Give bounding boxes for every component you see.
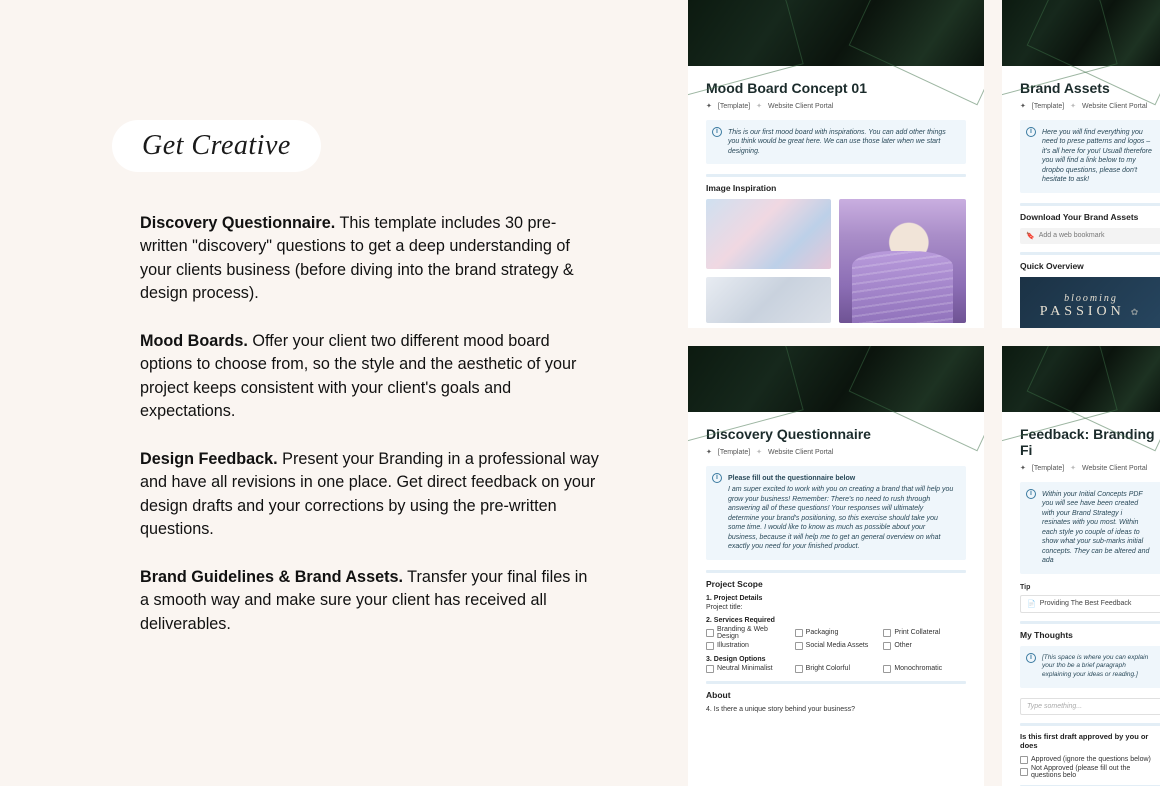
checkbox[interactable]: Approved (ignore the questions below): [1020, 756, 1160, 764]
section-heading: Image Inspiration: [706, 183, 966, 193]
checkbox[interactable]: Monochromatic: [883, 665, 966, 673]
paragraph-discovery: Discovery Questionnaire. This template i…: [140, 212, 600, 306]
section-heading: Quick Overview: [1020, 261, 1160, 271]
cover-image: [1002, 346, 1160, 412]
inspiration-image: [839, 199, 966, 323]
checkbox[interactable]: Other: [883, 642, 966, 650]
info-callout: i Here you will find everything you need…: [1020, 120, 1160, 193]
checkbox[interactable]: Bright Colorful: [795, 665, 878, 673]
checkbox[interactable]: Not Approved (please fill out the questi…: [1020, 765, 1160, 779]
cover-image: [1002, 0, 1160, 66]
cover-image: [688, 0, 984, 66]
section-heading: My Thoughts: [1020, 630, 1160, 640]
breadcrumb: ✦ [Template] ✦ Website Client Portal: [1020, 102, 1160, 110]
checkbox[interactable]: Branding & Web Design: [706, 626, 789, 640]
info-icon: i: [1026, 127, 1036, 137]
section-heading: Project Scope: [706, 579, 966, 589]
info-callout: i This is our first mood board with insp…: [706, 120, 966, 164]
info-callout: i Please fill out the questionnaire belo…: [706, 466, 966, 560]
question-heading: 3. Design Options: [706, 656, 966, 663]
image-gallery: [706, 199, 966, 323]
preview-mood-board: Mood Board Concept 01 ✦ [Template] ✦ Web…: [688, 0, 984, 328]
question-heading: 1. Project Details: [706, 595, 966, 602]
text-input[interactable]: Type something...: [1020, 698, 1160, 715]
sparkle-icon: ✦: [706, 102, 712, 110]
inspiration-image: [706, 277, 831, 323]
checkbox-group: Neutral Minimalist Bright Colorful Monoc…: [706, 665, 966, 673]
field-label: Project title:: [706, 604, 966, 611]
page-title: Discovery Questionnaire: [706, 426, 966, 442]
page-title: Mood Board Concept 01: [706, 80, 966, 96]
checkbox[interactable]: Print Collateral: [883, 626, 966, 640]
brand-preview-image: blooming PASSION: [1020, 277, 1160, 328]
note-callout: i [This space is where you can explain y…: [1020, 646, 1160, 688]
info-icon: i: [1026, 489, 1036, 499]
question-heading: Is this first draft approved by you or d…: [1020, 732, 1160, 750]
heading-text: Get Creative: [142, 130, 291, 161]
heading-chip: Get Creative: [112, 120, 321, 172]
breadcrumb: ✦ [Template] ✦ Website Client Portal: [1020, 464, 1160, 472]
inspiration-image: [706, 199, 831, 269]
file-link[interactable]: 📄 Providing The Best Feedback: [1020, 595, 1160, 613]
sparkle-icon: ✦: [706, 448, 712, 456]
paragraph-brand-assets: Brand Guidelines & Brand Assets. Transfe…: [140, 566, 600, 636]
add-bookmark-button[interactable]: 🔖 Add a web bookmark: [1020, 228, 1160, 244]
bookmark-icon: 🔖: [1026, 232, 1035, 240]
document-icon: 📄: [1027, 600, 1036, 608]
cover-image: [688, 346, 984, 412]
preview-discovery-questionnaire: Discovery Questionnaire ✦ [Template] ✦ W…: [688, 346, 984, 786]
tip-label: Tip: [1020, 584, 1160, 591]
checkbox[interactable]: Neutral Minimalist: [706, 665, 789, 673]
sparkle-icon: ✦: [1020, 464, 1026, 472]
info-icon: i: [1026, 653, 1036, 663]
info-icon: i: [712, 127, 722, 137]
checkbox-group: Branding & Web Design Packaging Print Co…: [706, 626, 966, 650]
marketing-text-column: Get Creative Discovery Questionnaire. Th…: [0, 0, 640, 660]
info-icon: i: [712, 473, 722, 483]
section-heading: About: [706, 690, 966, 700]
paragraph-moodboards: Mood Boards. Offer your client two diffe…: [140, 330, 600, 424]
checkbox[interactable]: Packaging: [795, 626, 878, 640]
breadcrumb: ✦ [Template] ✦ Website Client Portal: [706, 448, 966, 456]
preview-brand-assets: Brand Assets ✦ [Template] ✦ Website Clie…: [1002, 0, 1160, 328]
question-heading: 2. Services Required: [706, 617, 966, 624]
paragraph-feedback: Design Feedback. Present your Branding i…: [140, 448, 600, 542]
section-heading: Download Your Brand Assets: [1020, 212, 1160, 222]
preview-feedback-branding: Feedback: Branding Fi ✦ [Template] ✦ Web…: [1002, 346, 1160, 786]
checkbox[interactable]: Illustration: [706, 642, 789, 650]
question-text: 4. Is there a unique story behind your b…: [706, 706, 966, 713]
sparkle-icon: ✦: [1020, 102, 1026, 110]
checkbox[interactable]: Social Media Assets: [795, 642, 878, 650]
breadcrumb: ✦ [Template] ✦ Website Client Portal: [706, 102, 966, 110]
preview-grid: Mood Board Concept 01 ✦ [Template] ✦ Web…: [688, 0, 1160, 784]
info-callout: i Within your Initial Concepts PDF you w…: [1020, 482, 1160, 574]
